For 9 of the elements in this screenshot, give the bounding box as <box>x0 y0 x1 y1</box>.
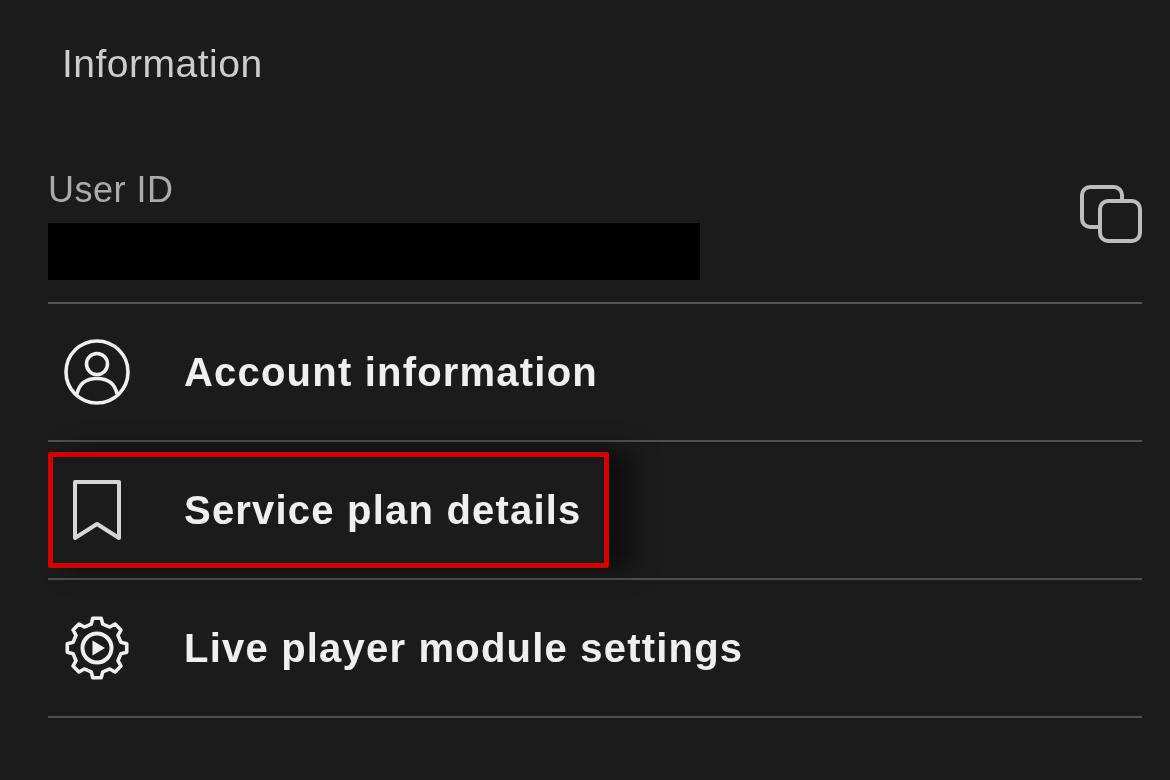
field-label: User ID <box>48 169 174 211</box>
copy-icon[interactable] <box>1080 185 1142 243</box>
menu-item[interactable]: Service plan details <box>48 452 609 568</box>
menu-item[interactable]: Account information <box>48 314 625 430</box>
section-title: Information <box>61 41 263 87</box>
menu-item[interactable]: Live player module settings <box>48 590 771 706</box>
bookmark-icon <box>72 479 122 541</box>
profile-icon <box>64 339 130 405</box>
gear-play-icon <box>64 615 130 681</box>
